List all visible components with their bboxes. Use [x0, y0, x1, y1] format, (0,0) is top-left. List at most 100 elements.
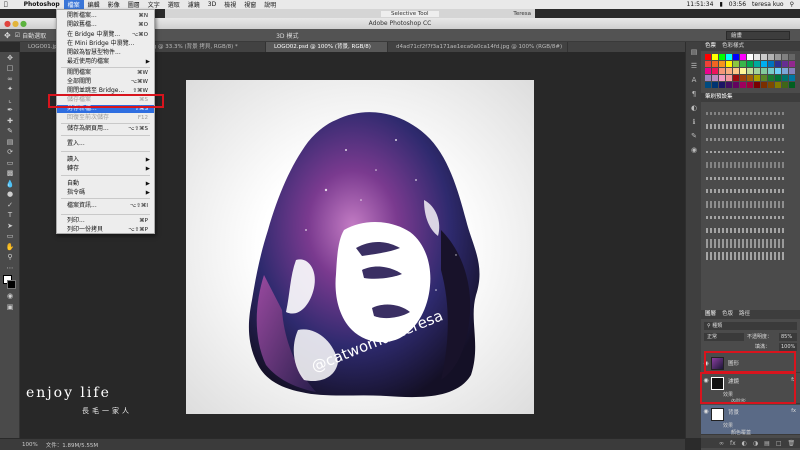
menu-select[interactable]: 選取 [164, 0, 184, 9]
history-panel-icon[interactable]: ▤ [689, 48, 699, 56]
quick-mask-icon[interactable]: ◉ [3, 292, 17, 301]
color-swatch[interactable] [740, 68, 746, 74]
visibility-eye-icon[interactable]: ◉ [701, 408, 711, 415]
menu-view[interactable]: 檢視 [220, 0, 240, 9]
file-menu-item[interactable]: 轉存 ▶ [57, 165, 154, 173]
close-window-icon[interactable]: ● [4, 18, 11, 29]
pen-tool-icon[interactable]: ✓ [3, 201, 17, 210]
clone-panel-icon[interactable]: ◉ [689, 146, 699, 154]
fill-field[interactable]: 100% [779, 343, 797, 351]
color-swatch[interactable] [789, 82, 795, 88]
color-swatch[interactable] [768, 82, 774, 88]
color-swatch[interactable] [733, 68, 739, 74]
quick-select-tool-icon[interactable]: ✦ [3, 85, 17, 94]
file-menu-item[interactable]: 最近使用的檔案 ▶ [57, 58, 154, 66]
menu-image[interactable]: 影像 [104, 0, 124, 9]
color-swatch[interactable] [726, 61, 732, 67]
gradient-tool-icon[interactable]: ▩ [3, 169, 17, 178]
file-menu-item[interactable]: 讀入 ▶ [57, 156, 154, 164]
effect-color-overlay[interactable]: 顏色覆蓋 [731, 429, 751, 436]
user-name[interactable]: teresa kuo [752, 1, 784, 8]
menu-filter[interactable]: 濾鏡 [184, 0, 204, 9]
file-menu-item[interactable]: 開啟舊檔... ⌘O [57, 21, 154, 29]
document-canvas[interactable]: @catwomanteresa [186, 80, 534, 414]
menu-app[interactable]: Photoshop [12, 1, 64, 8]
color-swatch[interactable] [754, 68, 760, 74]
color-swatch[interactable] [719, 75, 725, 81]
color-swatch[interactable] [747, 82, 753, 88]
file-menu-item[interactable]: 置入... [57, 140, 154, 148]
stamp-tool-icon[interactable]: ▤ [3, 138, 17, 147]
color-swatch[interactable] [761, 61, 767, 67]
healing-tool-icon[interactable]: ✚ [3, 117, 17, 126]
color-swatch[interactable] [705, 54, 711, 60]
link-icon[interactable]: ∞ [719, 440, 724, 447]
move-tool-icon[interactable]: ✥ [3, 54, 17, 63]
doc-tab-active[interactable]: LOGO02.psd @ 100% (背景, RGB/8) [266, 42, 388, 52]
color-swatch[interactable] [754, 75, 760, 81]
menu-edit[interactable]: 編輯 [84, 0, 104, 9]
file-menu-item[interactable]: 開新檔案... ⌘N [57, 12, 154, 20]
color-swatch[interactable] [768, 61, 774, 67]
workspace-select[interactable]: 繪畫 [726, 31, 790, 40]
marquee-tool-icon[interactable]: □ [3, 64, 17, 73]
color-swatch[interactable] [747, 54, 753, 60]
menu-3d[interactable]: 3D [204, 1, 220, 8]
color-swatch[interactable] [768, 68, 774, 74]
swatch-grid[interactable] [701, 51, 800, 91]
color-swatch[interactable] [747, 61, 753, 67]
background-color[interactable] [7, 279, 16, 289]
folder-icon[interactable]: ▤ [764, 440, 770, 447]
color-swatch[interactable] [754, 54, 760, 60]
color-swatch[interactable] [782, 82, 788, 88]
file-menu-item[interactable]: 列印一份拷貝 ⌥⇧⌘P [57, 226, 154, 234]
file-menu-item[interactable]: 關閉檔案 ⌘W [57, 69, 154, 77]
apple-icon[interactable]:  [0, 1, 12, 8]
character-panel-icon[interactable]: A [689, 76, 699, 84]
color-swatch[interactable] [705, 82, 711, 88]
color-swatches[interactable] [0, 274, 19, 291]
brush-panel-icon[interactable]: ✎ [689, 132, 699, 140]
eyedropper-tool-icon[interactable]: ✒ [3, 106, 17, 115]
color-swatch[interactable] [775, 54, 781, 60]
checkbox-icon[interactable]: ☑ [15, 32, 20, 39]
color-swatch[interactable] [740, 54, 746, 60]
color-swatch[interactable] [789, 61, 795, 67]
menu-file[interactable]: 檔案 [63, 0, 84, 9]
doc-tab[interactable]: d4ad71cf2f7f3a171ae1eca0a0ca14fd.jpg @ 1… [388, 42, 568, 52]
browser-tab[interactable]: Selective Tool [381, 10, 439, 17]
color-swatch[interactable] [754, 61, 760, 67]
file-menu-item[interactable]: 在 Bridge 中瀏覽... ⌥⌘O [57, 31, 154, 39]
properties-panel-icon[interactable]: ☰ [689, 62, 699, 70]
color-swatch[interactable] [768, 54, 774, 60]
color-swatch[interactable] [733, 82, 739, 88]
battery-icon[interactable]: ▮ [719, 1, 722, 8]
menu-window[interactable]: 視窗 [240, 0, 260, 9]
file-menu-item[interactable]: 儲存為網頁用... ⌥⇧⌘S [57, 125, 154, 133]
color-swatch[interactable] [719, 68, 725, 74]
fx-icon[interactable]: fx [791, 408, 796, 414]
color-swatch[interactable] [768, 75, 774, 81]
brush-preset-list[interactable] [701, 102, 800, 282]
tab-paths[interactable]: 路徑 [739, 310, 750, 319]
color-swatch[interactable] [782, 54, 788, 60]
minimize-window-icon[interactable]: ● [12, 18, 19, 29]
lasso-tool-icon[interactable]: ∞ [3, 75, 17, 84]
color-swatch[interactable] [782, 68, 788, 74]
color-swatch[interactable] [761, 82, 767, 88]
color-swatch[interactable] [726, 68, 732, 74]
file-menu-item[interactable]: 列印... ⌘P [57, 217, 154, 225]
adjustment-icon[interactable]: ◑ [753, 440, 758, 447]
layer-name[interactable]: 背景 [728, 408, 739, 416]
color-swatch[interactable] [726, 75, 732, 81]
color-swatch[interactable] [775, 61, 781, 67]
tab-channels[interactable]: 色版 [722, 310, 733, 319]
eraser-tool-icon[interactable]: ▭ [3, 159, 17, 168]
color-swatch[interactable] [705, 75, 711, 81]
color-swatch[interactable] [761, 68, 767, 74]
color-swatch[interactable] [775, 82, 781, 88]
path-select-tool-icon[interactable]: ➤ [3, 222, 17, 231]
tab-styles[interactable]: 色彩樣式 [722, 42, 744, 51]
color-swatch[interactable] [789, 68, 795, 74]
more-tools-icon[interactable]: ⋯ [3, 264, 17, 273]
